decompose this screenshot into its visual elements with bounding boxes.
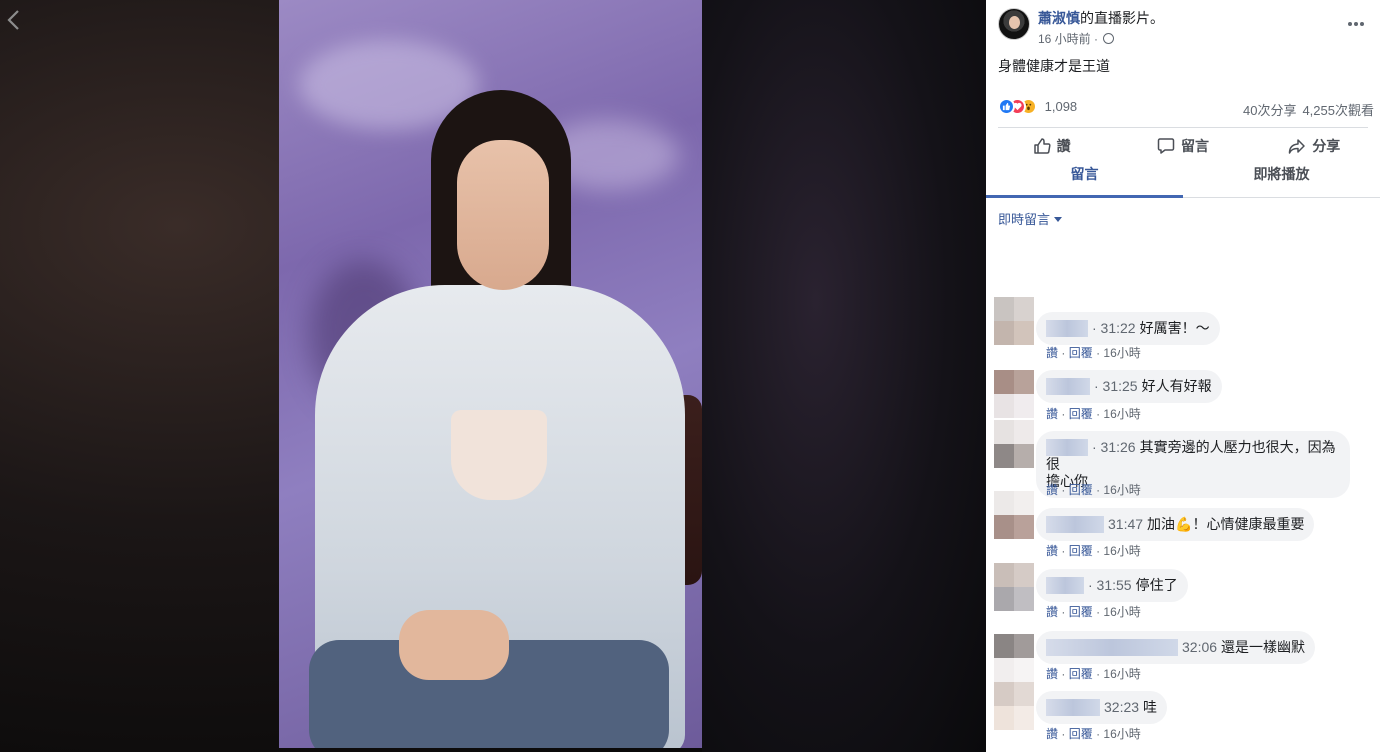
person-face — [457, 140, 549, 290]
comment-bubble: 32:06 還是一樣幽默 — [1036, 631, 1316, 664]
comment-age: 16小時 — [1103, 544, 1141, 558]
comment-bubble: 32:23 哇 — [1036, 691, 1168, 724]
comment-reply-link[interactable]: 回覆 — [1069, 605, 1093, 619]
comment-reply-link[interactable]: 回覆 — [1069, 346, 1093, 360]
comment-timestamp[interactable]: 32:23 — [1104, 699, 1139, 715]
comment-age: 16小時 — [1103, 667, 1141, 681]
like-reaction-icon — [998, 98, 1015, 116]
comment-age: 16小時 — [1103, 407, 1141, 421]
comment-age: 16小時 — [1103, 605, 1141, 619]
comment-bubble: · 31:22 好厲害！～ — [1036, 312, 1220, 345]
commenter-name[interactable] — [1046, 577, 1084, 594]
comment-like-link[interactable]: 讚 — [1046, 346, 1058, 360]
commenter-avatar[interactable] — [994, 297, 1034, 345]
comment-timestamp[interactable]: · 31:55 — [1088, 577, 1132, 593]
comment-like-link[interactable]: 讚 — [1046, 727, 1058, 741]
comment-text: 好厲害！～ — [1139, 320, 1210, 336]
commenter-name[interactable] — [1046, 378, 1090, 395]
commenter-avatar[interactable] — [994, 682, 1034, 730]
comment-bubble: 31:47 加油💪！心情健康最重要 — [1036, 508, 1315, 541]
comment-text: 好人有好報 — [1141, 378, 1212, 394]
comment-text: 還是一樣幽默 — [1221, 639, 1306, 655]
commenter-name[interactable] — [1046, 439, 1088, 456]
comment-reply-link[interactable]: 回覆 — [1069, 727, 1093, 741]
comment-text: 哇 — [1143, 699, 1158, 715]
comment-like-link[interactable]: 讚 — [1046, 407, 1058, 421]
comment-reply-link[interactable]: 回覆 — [1069, 407, 1093, 421]
comment-bubble: · 31:55 停住了 — [1036, 569, 1188, 602]
commenter-avatar[interactable] — [994, 563, 1034, 611]
comment-like-link[interactable]: 讚 — [1046, 483, 1058, 497]
live-comments-list: · 31:22 好厲害！～ 讚 · 回覆 · 16小時 · 31:25 好人有好報 … — [986, 0, 1380, 752]
comment-text: 其實旁邊的人壓力也很大，因為很 — [1046, 439, 1336, 472]
comment-bubble: · 31:25 好人有好報 — [1036, 370, 1222, 403]
commenter-avatar[interactable] — [994, 370, 1034, 418]
comment-timestamp[interactable]: · 31:26 — [1092, 439, 1136, 455]
comment-reply-link[interactable]: 回覆 — [1069, 483, 1093, 497]
commenter-name[interactable] — [1046, 699, 1100, 716]
comment-like-link[interactable]: 讚 — [1046, 667, 1058, 681]
comment-reply-link[interactable]: 回覆 — [1069, 544, 1093, 558]
comment-text: 加油💪！心情健康最重要 — [1147, 516, 1305, 532]
comment-age: 16小時 — [1103, 346, 1141, 360]
comment-age: 16小時 — [1103, 727, 1141, 741]
comment-timestamp[interactable]: · 31:22 — [1092, 320, 1136, 336]
comment-timestamp[interactable]: 31:47 — [1108, 516, 1143, 532]
commenter-avatar[interactable] — [994, 491, 1034, 539]
commenter-name[interactable] — [1046, 516, 1104, 533]
commenter-name[interactable] — [1046, 639, 1178, 656]
commenter-avatar[interactable] — [994, 420, 1034, 468]
comment-like-link[interactable]: 讚 — [1046, 544, 1058, 558]
commenter-name[interactable] — [1046, 320, 1088, 337]
background-blur — [702, 0, 986, 752]
comment-like-link[interactable]: 讚 — [1046, 605, 1058, 619]
comment-timestamp[interactable]: · 31:25 — [1094, 378, 1138, 394]
comment-timestamp[interactable]: 32:06 — [1182, 639, 1217, 655]
back-chevron-icon[interactable] — [4, 8, 26, 32]
comment-reply-link[interactable]: 回覆 — [1069, 667, 1093, 681]
commenter-avatar[interactable] — [994, 634, 1034, 682]
live-video-frame[interactable] — [279, 0, 702, 748]
video-stage[interactable] — [0, 0, 986, 752]
comment-text: 停住了 — [1135, 577, 1178, 593]
comment-age: 16小時 — [1103, 483, 1141, 497]
post-side-panel: 蕭淑慎的直播影片。 16 小時前 · 身體健康才是王道 1,098 40次分享 4… — [986, 0, 1380, 752]
